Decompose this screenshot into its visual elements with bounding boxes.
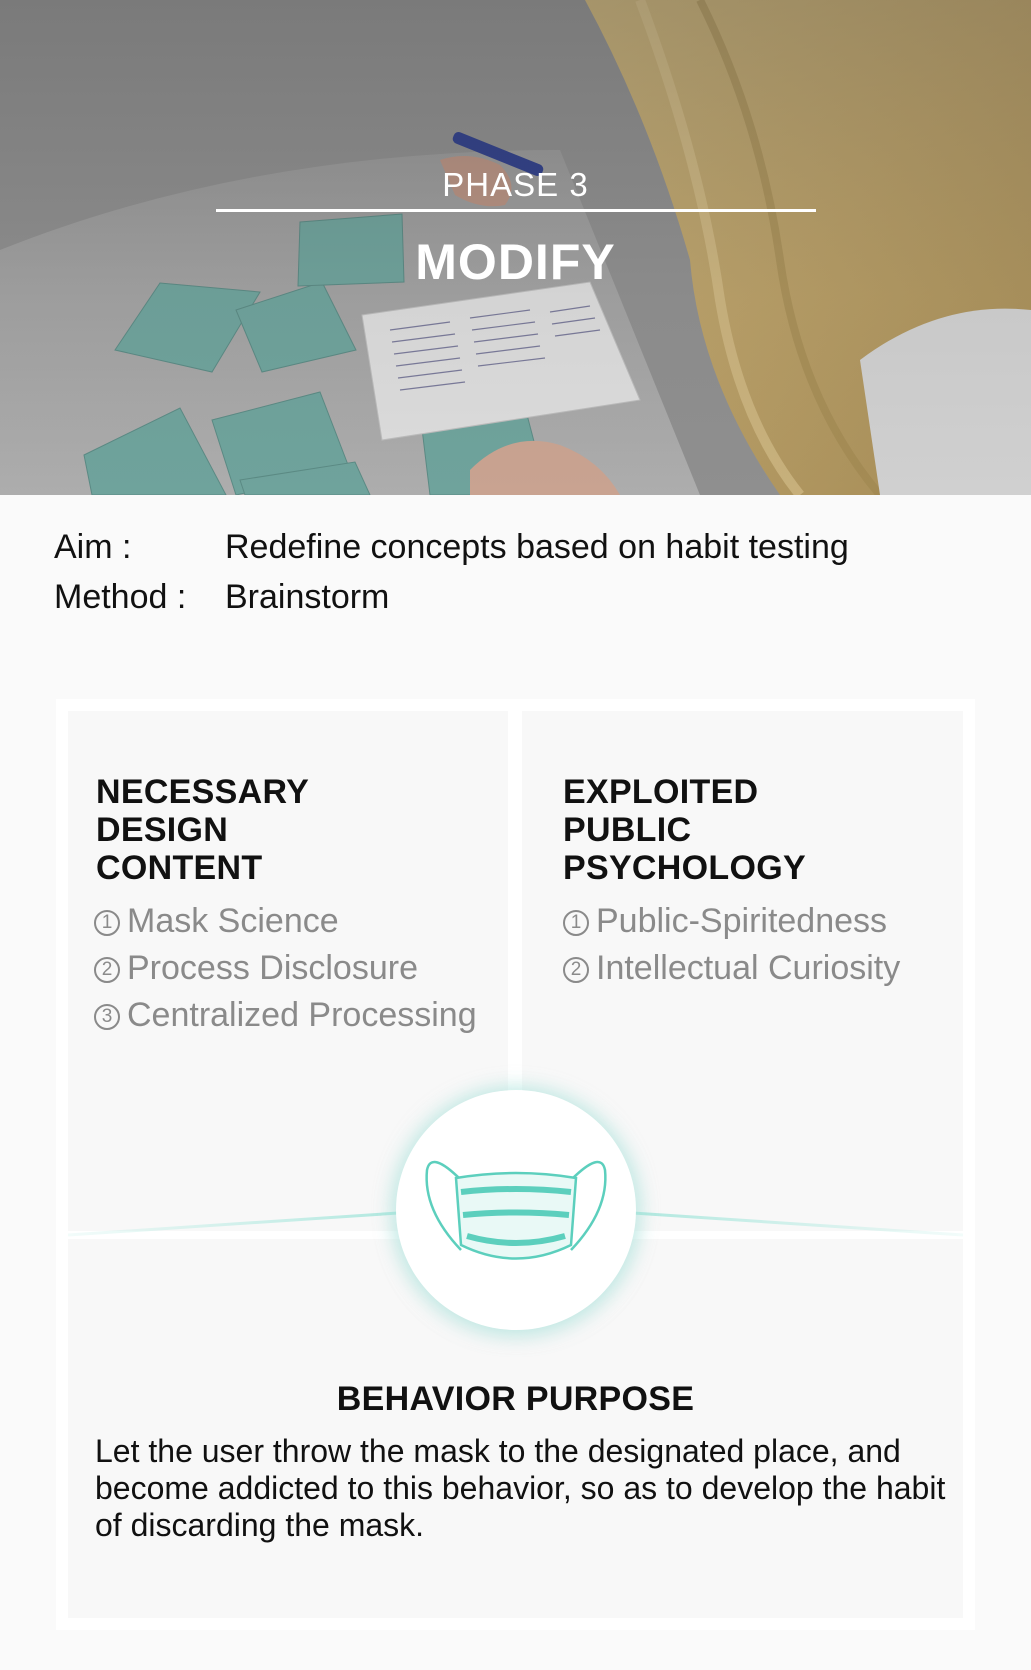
list-item: 2 Intellectual Curiosity bbox=[563, 945, 900, 992]
list-item: 1 Mask Science bbox=[94, 898, 477, 945]
behavior-purpose-title: BEHAVIOR PURPOSE bbox=[336, 1380, 695, 1418]
list-item: 1 Public-Spiritedness bbox=[563, 898, 900, 945]
number-badge: 2 bbox=[94, 957, 120, 983]
exploited-public-psychology-title: EXPLOITED PUBLIC PSYCHOLOGY bbox=[563, 773, 806, 887]
behavior-purpose-text: Let the user throw the mask to the desig… bbox=[95, 1433, 946, 1543]
number-badge: 2 bbox=[563, 957, 589, 983]
number-badge: 1 bbox=[94, 910, 120, 936]
list-item-text: Centralized Processing bbox=[127, 996, 477, 1034]
title-line: DESIGN bbox=[96, 811, 229, 849]
list-item-text: Mask Science bbox=[127, 902, 339, 940]
phase-divider bbox=[216, 209, 816, 212]
list-item-text: Process Disclosure bbox=[127, 949, 418, 987]
title-line: PUBLIC bbox=[563, 811, 692, 849]
necessary-content-list: 1 Mask Science 2 Process Disclosure 3 Centr… bbox=[94, 898, 477, 1039]
method-label: Method : bbox=[54, 578, 187, 616]
title-line: PSYCHOLOGY bbox=[563, 849, 806, 887]
list-item-text: Intellectual Curiosity bbox=[596, 949, 901, 987]
necessary-design-content-title: NECESSARY DESIGN CONTENT bbox=[96, 773, 309, 887]
face-mask-icon bbox=[425, 1160, 607, 1260]
list-item-text: Public-Spiritedness bbox=[596, 902, 888, 940]
method-value: Brainstorm bbox=[225, 578, 390, 616]
aim-label: Aim : bbox=[54, 528, 132, 566]
list-item: 2 Process Disclosure bbox=[94, 945, 477, 992]
number-badge: 3 bbox=[94, 1004, 120, 1030]
aim-value: Redefine concepts based on habit testing bbox=[225, 528, 849, 566]
number-badge: 1 bbox=[563, 910, 589, 936]
title-line: CONTENT bbox=[96, 849, 263, 887]
title-line: NECESSARY bbox=[96, 773, 310, 811]
list-item: 3 Centralized Processing bbox=[94, 992, 477, 1039]
public-psychology-list: 1 Public-Spiritedness 2 Intellectual Curio… bbox=[563, 898, 900, 992]
phase-title: MODIFY bbox=[415, 234, 616, 290]
title-line: EXPLOITED bbox=[563, 773, 759, 811]
phase-label: PHASE 3 bbox=[442, 166, 589, 203]
